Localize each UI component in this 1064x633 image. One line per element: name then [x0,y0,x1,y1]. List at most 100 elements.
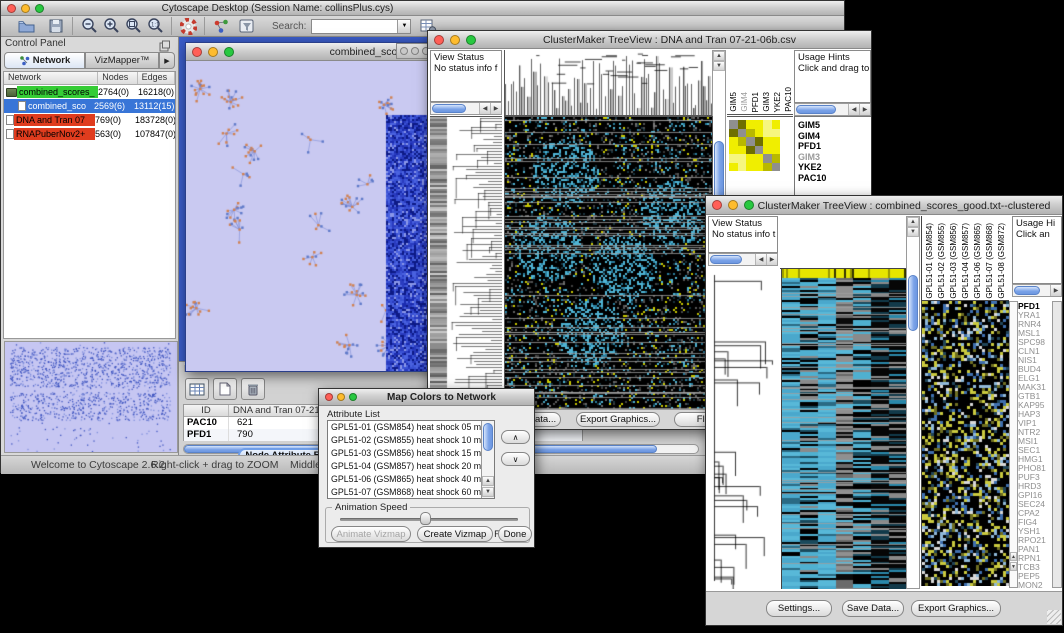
select-attributes-icon[interactable] [185,378,209,400]
scroll-right-arrow[interactable]: ▶ [766,254,777,265]
row-dendrogram-canvas[interactable] [430,116,502,410]
column-label[interactable]: GPL51-07 (GSM868) [986,223,994,299]
view-status-hscrollbar[interactable]: ◀ ▶ [430,102,502,115]
zoom-button[interactable] [35,4,44,13]
matrix-cell[interactable] [746,137,755,146]
column-label[interactable]: GPL51-06 (GSM865) [974,223,982,299]
tab-more-arrow[interactable]: ▶ [159,52,175,69]
gene-label[interactable]: PFD1 [798,141,871,152]
attribute-item[interactable]: GPL51-01 (GSM854) heat shock 05 min [331,421,481,434]
row-dendrogram-canvas[interactable] [708,269,778,589]
create-vizmap-button[interactable]: Create Vizmap [417,526,493,542]
column-label[interactable]: GPL51-02 (GSM855) [938,223,946,299]
matrix-cell[interactable] [763,163,772,172]
usage-hints-hscrollbar[interactable]: ◀ ▶ [794,103,871,116]
help-lifesaver-icon[interactable] [177,16,199,36]
treeview1-titlebar[interactable]: ClusterMaker TreeView : DNA and Tran 07-… [428,31,871,49]
attribute-item[interactable]: GPL51-04 (GSM857) heat shock 20 min [331,460,481,473]
matrix-cell[interactable] [763,120,772,129]
matrix-cell[interactable] [738,146,747,155]
network-overview-thumbnail[interactable] [4,341,178,453]
matrix-cell[interactable] [755,146,764,155]
scroll-right-arrow[interactable]: ▶ [859,104,870,115]
network-column-header[interactable]: Nodes [98,72,137,84]
matrix-cell[interactable] [763,146,772,155]
column-label[interactable]: GIM4 [741,92,749,112]
filter-icon[interactable] [236,16,258,36]
minimize-button[interactable] [450,35,460,45]
view-status-hscrollbar[interactable]: ◀ ▶ [708,253,778,266]
matrix-cell[interactable] [755,154,764,163]
gene-label[interactable]: MON2 [1018,581,1052,588]
move-down-button[interactable]: ∨ [501,452,530,466]
scroll-down-arrow[interactable]: ▼ [713,61,725,71]
search-input[interactable] [312,20,397,33]
heatmap-canvas[interactable] [781,269,906,589]
scroll-up-arrow[interactable]: ▲ [1010,552,1017,561]
column-label[interactable]: PAC10 [785,87,793,112]
tab-network[interactable]: Network [4,52,85,69]
zoom-button[interactable] [349,393,357,401]
settings-button[interactable]: Settings... [766,600,832,617]
network-column-header[interactable]: Network [4,72,98,84]
scroll-left-arrow[interactable]: ◀ [755,254,766,265]
tab-vizmapper[interactable]: VizMapper™ [85,52,159,69]
close-button[interactable] [7,4,16,13]
new-attribute-icon[interactable] [213,378,237,400]
matrix-cell[interactable] [729,120,738,129]
done-button[interactable]: Done [498,526,532,542]
matrix-cell[interactable] [729,154,738,163]
attribute-item[interactable]: GPL51-06 (GSM865) heat shock 40 min [331,473,481,486]
matrix-cell[interactable] [729,137,738,146]
matrix-cell[interactable] [729,163,738,172]
heatmap-canvas[interactable] [504,116,713,410]
minimize-button[interactable] [411,47,419,55]
column-header-id[interactable]: ID [184,405,229,416]
matrix-cell[interactable] [755,137,764,146]
save-session-icon[interactable] [45,16,67,36]
matrix-cell[interactable] [738,154,747,163]
export-graphics-button[interactable]: Export Graphics... [576,412,660,427]
matrix-cell[interactable] [738,163,747,172]
network-row[interactable]: DNA and Tran 07769(0)183728(0) [4,113,175,127]
network-column-header[interactable]: Edges [138,72,175,84]
column-label[interactable]: GPL51-01 (GSM854) [926,223,934,299]
matrix-cell[interactable] [772,163,781,172]
minimize-button[interactable] [728,200,738,210]
close-button[interactable] [192,47,202,57]
scroll-right-arrow[interactable]: ▶ [490,103,501,114]
matrix-cell[interactable] [763,137,772,146]
column-dendrogram-canvas[interactable] [504,50,713,116]
scroll-up-arrow[interactable]: ▲ [482,476,494,486]
list-vscrollbar[interactable]: ▲ ▼ [481,421,494,498]
speed-slider-thumb[interactable] [420,512,431,525]
scrollbar-thumb[interactable] [796,105,836,114]
move-up-button[interactable]: ∧ [501,430,530,444]
scroll-right-arrow[interactable]: ▶ [1050,285,1061,296]
zoom-selected-icon[interactable] [122,16,144,36]
matrix-cell[interactable] [746,163,755,172]
export-graphics-button[interactable]: Export Graphics... [911,600,1001,617]
resize-grip[interactable] [1047,610,1061,624]
network-nodes-icon[interactable] [210,16,232,36]
attribute-item[interactable]: GPL51-02 (GSM855) heat shock 10 min [331,434,481,447]
column-label[interactable]: GIM3 [763,92,771,112]
matrix-cell[interactable] [746,129,755,138]
matrix-cell[interactable] [763,129,772,138]
animate-vizmap-button[interactable]: Animate Vizmap [331,526,411,542]
scrollbar-thumb[interactable] [432,104,466,113]
column-label[interactable]: GIM5 [730,92,738,112]
gene-label[interactable]: GIM4 [798,131,871,142]
network-row[interactable]: RNAPuberNov2+563(0)107847(0) [4,127,175,141]
minimize-button[interactable] [337,393,345,401]
minimize-button[interactable] [21,4,30,13]
zoom-button[interactable] [466,35,476,45]
heatmap-vscrollbar[interactable]: ▲ ▼ [906,216,920,589]
gene-label[interactable]: GIM5 [798,120,871,131]
close-button[interactable] [325,393,333,401]
zoom-out-icon[interactable] [78,16,100,36]
scroll-down-arrow[interactable]: ▼ [907,227,919,237]
attribute-listbox[interactable]: GPL51-01 (GSM854) heat shock 05 minGPL51… [327,420,495,499]
open-file-icon[interactable] [15,16,37,36]
scroll-down-arrow[interactable]: ▼ [482,487,494,497]
